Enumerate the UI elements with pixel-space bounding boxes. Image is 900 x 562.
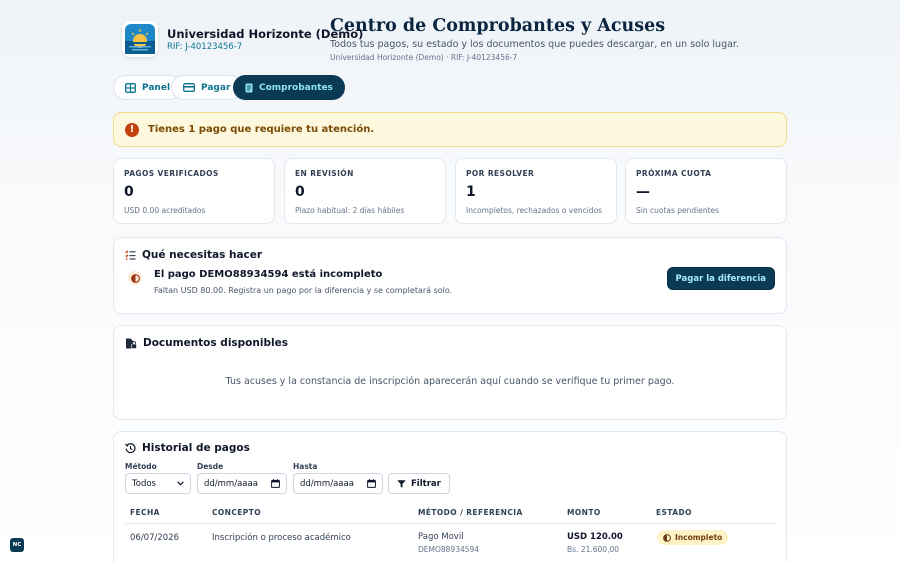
column-header-method: MÉTODO / REFERENCIA [418, 508, 523, 517]
stat-card-verified: PAGOS VERIFICADOS 0 USD 0.00 acreditados [113, 158, 275, 224]
corner-badge[interactable]: NC [10, 538, 24, 552]
row-concept: Inscripción o proceso académico [212, 533, 351, 543]
tab-pagar-label: Pagar [201, 82, 231, 93]
stat-value: 0 [295, 184, 305, 200]
org-rif: RIF: J-40123456-7 [167, 42, 243, 52]
filter-button-label: Filtrar [411, 478, 441, 489]
calendar-icon [271, 479, 280, 488]
to-date-placeholder: dd/mm/aaaa [300, 478, 354, 489]
stat-note: Incompletos, rechazados o vencidos [466, 206, 603, 215]
table-header-divider [125, 523, 775, 524]
documents-card-title: Documentos disponibles [125, 337, 288, 349]
row-date: 06/07/2026 [130, 533, 179, 543]
exclamation-icon: ! [125, 122, 139, 137]
calendar-icon [367, 479, 376, 488]
row-reference: DEMO88934594 [418, 545, 480, 554]
history-card: Historial de pagos Método Todos Desde dd… [113, 431, 787, 562]
stat-card-resolve: POR RESOLVER 1 Incompletos, rechazados o… [455, 158, 617, 224]
status-badge: Incompleto [657, 530, 729, 545]
card-icon [183, 83, 195, 92]
logo-sun-icon [125, 24, 155, 54]
history-title: Historial de pagos [142, 442, 250, 454]
half-circle-icon [128, 271, 142, 285]
stat-label: POR RESOLVER [466, 169, 535, 178]
row-amount: USD 120.00 [567, 532, 623, 542]
document-lock-icon [126, 338, 137, 349]
column-header-status: ESTADO [656, 508, 692, 517]
page-subtitle: Todos tus pagos, su estado y los documen… [330, 39, 739, 50]
stat-value: 0 [124, 184, 134, 200]
from-date-field[interactable]: dd/mm/aaaa [197, 473, 287, 494]
documents-card: Documentos disponibles Tus acuses y la c… [113, 325, 787, 420]
filter-button[interactable]: Filtrar [388, 473, 450, 494]
stat-note: Plazo habitual: 2 días hábiles [295, 206, 405, 215]
todo-card: Qué necesitas hacer El pago DEMO88934594… [113, 237, 787, 314]
page-meta: Universidad Horizonte (Demo) · RIF: J-40… [330, 53, 518, 62]
receipt-icon [245, 83, 253, 92]
column-header-date: FECHA [130, 508, 160, 517]
university-logo [122, 21, 158, 57]
row-amount-bs: Bs. 21.600,00 [567, 545, 619, 554]
stat-card-review: EN REVISIÓN 0 Plazo habitual: 2 días háb… [284, 158, 446, 224]
funnel-icon [397, 479, 406, 488]
todo-item-title: El pago DEMO88934594 está incompleto [154, 269, 383, 280]
from-date-placeholder: dd/mm/aaaa [204, 478, 258, 489]
stat-note: Sin cuotas pendientes [636, 206, 720, 215]
half-circle-icon [663, 533, 671, 542]
method-select[interactable]: Todos [125, 473, 191, 494]
stat-value: 1 [466, 184, 476, 200]
stat-label: PAGOS VERIFICADOS [124, 169, 219, 178]
attention-alert: ! Tienes 1 pago que requiere tu atención… [113, 112, 787, 147]
row-method: Pago Movil [418, 532, 464, 542]
tab-pagar[interactable]: Pagar [171, 75, 243, 100]
tab-comprobantes-label: Comprobantes [259, 82, 333, 93]
column-header-concept: CONCEPTO [212, 508, 261, 517]
alert-text: Tienes 1 pago que requiere tu atención. [148, 124, 375, 135]
pay-difference-button[interactable]: Pagar la diferencia [666, 267, 775, 290]
stat-card-next-fee: PRÓXIMA CUOTA — Sin cuotas pendientes [625, 158, 787, 224]
stat-note: USD 0.00 acreditados [124, 206, 206, 215]
stat-label: PRÓXIMA CUOTA [636, 169, 712, 178]
todo-title: Qué necesitas hacer [142, 249, 263, 261]
checklist-icon [125, 250, 136, 260]
stat-value: — [636, 184, 650, 200]
to-filter-label: Hasta [293, 462, 318, 471]
column-header-amount: MONTO [567, 508, 601, 517]
history-card-title: Historial de pagos [125, 442, 250, 454]
status-badge-label: Incompleto [675, 533, 723, 542]
page-title: Centro de Comprobantes y Acuses [330, 16, 666, 36]
documents-empty-text: Tus acuses y la constancia de inscripció… [225, 376, 675, 387]
to-date-field[interactable]: dd/mm/aaaa [293, 473, 383, 494]
method-filter-label: Método [125, 462, 157, 471]
panel-icon [125, 82, 136, 93]
todo-card-title: Qué necesitas hacer [125, 249, 262, 261]
from-filter-label: Desde [197, 462, 224, 471]
method-select-value: Todos [132, 478, 156, 489]
tab-panel-label: Panel [142, 82, 171, 93]
history-icon [125, 442, 136, 453]
documents-title: Documentos disponibles [143, 337, 288, 349]
stat-label: EN REVISIÓN [295, 169, 354, 178]
tab-comprobantes[interactable]: Comprobantes [233, 75, 345, 100]
chevron-down-icon [177, 481, 184, 486]
todo-item-desc: Faltan USD 80.00. Registra un pago por l… [154, 286, 453, 295]
